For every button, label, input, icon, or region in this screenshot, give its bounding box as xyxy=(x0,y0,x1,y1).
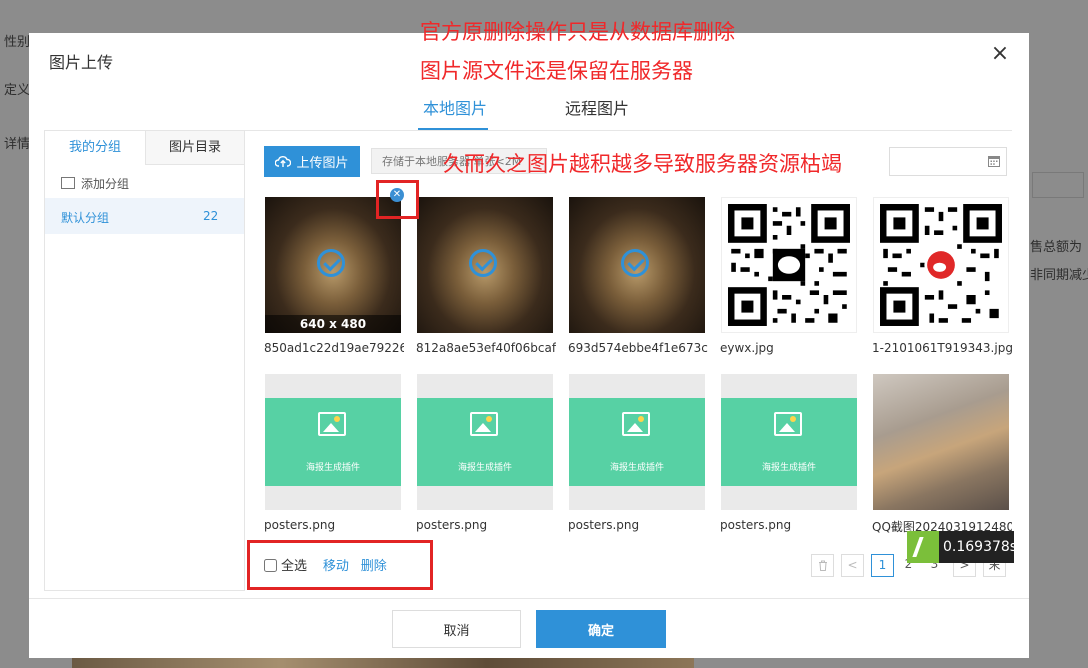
tab-local-images[interactable]: 本地图片 xyxy=(423,95,487,119)
annotation-line-2: 图片源文件还是保留在服务器 xyxy=(420,59,693,83)
pagination-page-1[interactable]: 1 xyxy=(871,554,894,577)
timer-value: 0.169378s xyxy=(943,539,1018,555)
annotation-line-1: 官方原删除操作只是从数据库删除 xyxy=(420,20,735,44)
sidebar-tab-my-groups[interactable]: 我的分组 xyxy=(45,130,145,165)
image-name: posters.png xyxy=(264,518,336,532)
timing-badge: 0.169378s xyxy=(907,531,1018,563)
annotation-box-remove xyxy=(376,180,419,219)
sidebar-item-default-group[interactable]: 默认分组 22 xyxy=(45,198,244,234)
group-name: 默认分组 xyxy=(61,211,110,225)
folder-plus-icon xyxy=(61,177,75,189)
image-placeholder-icon xyxy=(470,412,498,436)
image-name: 693d574ebbe4f1e673c8 xyxy=(568,341,708,355)
confirm-button[interactable]: 确定 xyxy=(536,610,666,648)
selected-check-icon xyxy=(317,249,345,277)
add-group-button[interactable]: 添加分组 xyxy=(61,175,129,192)
image-thumb[interactable] xyxy=(569,197,705,333)
poster-caption: 海报生成插件 xyxy=(609,463,664,473)
image-thumb[interactable]: 海报生成插件 xyxy=(569,374,705,510)
footer-divider xyxy=(29,598,1029,599)
calendar-icon xyxy=(988,156,1000,167)
image-thumb[interactable]: 海报生成插件 xyxy=(417,374,553,510)
date-filter-input[interactable] xyxy=(889,147,1007,176)
pagination-prev[interactable]: < xyxy=(841,554,864,577)
image-name: 812a8ae53ef40f06bcaf9 xyxy=(416,341,556,355)
group-count: 22 xyxy=(203,209,219,223)
trash-icon xyxy=(818,560,827,571)
pagination-trash[interactable] xyxy=(811,554,834,577)
selected-check-icon xyxy=(621,249,649,277)
poster-caption: 海报生成插件 xyxy=(761,463,816,473)
timer-logo-icon xyxy=(907,531,939,563)
tabs-divider xyxy=(244,130,1012,131)
image-name: 1-2101061T919343.jpg xyxy=(872,341,1012,355)
selected-check-icon xyxy=(469,249,497,277)
qr-code-wechat xyxy=(728,204,850,326)
image-thumb[interactable] xyxy=(417,197,553,333)
image-name: posters.png xyxy=(720,518,792,532)
poster-caption: 海报生成插件 xyxy=(457,463,512,473)
poster-caption: 海报生成插件 xyxy=(305,463,360,473)
image-placeholder-icon xyxy=(774,412,802,436)
upload-image-button[interactable]: 上传图片 xyxy=(264,146,360,177)
upload-label: 上传图片 xyxy=(296,155,349,170)
image-thumb[interactable]: 海报生成插件 xyxy=(265,374,401,510)
group-sidebar: 我的分组 图片目录 添加分组 默认分组 22 xyxy=(44,130,245,591)
image-name: posters.png xyxy=(416,518,488,532)
image-thumb[interactable] xyxy=(721,197,857,333)
image-name: 850ad1c22d19ae792261 xyxy=(264,341,404,355)
tab-remote-images[interactable]: 远程图片 xyxy=(565,95,629,119)
image-thumb[interactable]: 海报生成插件 xyxy=(721,374,857,510)
image-thumb[interactable] xyxy=(873,374,1009,510)
cancel-button[interactable]: 取消 xyxy=(392,610,521,648)
close-icon[interactable]: × xyxy=(989,43,1011,65)
image-name: posters.png xyxy=(568,518,640,532)
sidebar-tab-image-directory[interactable]: 图片目录 xyxy=(145,130,244,165)
qr-code-weibo xyxy=(880,204,1002,326)
annotation-line-3: 久而久之图片越积越多导致服务器资源枯竭 xyxy=(443,152,842,176)
cloud-upload-icon xyxy=(275,156,292,167)
image-thumb[interactable] xyxy=(873,197,1009,333)
modal-title: 图片上传 xyxy=(49,53,114,72)
annotation-box-actions xyxy=(247,540,433,590)
add-group-label: 添加分组 xyxy=(81,177,130,191)
image-dimensions: 640 x 480 xyxy=(265,315,401,333)
image-upload-modal: 图片上传 × 本地图片 远程图片 我的分组 图片目录 添加分组 默认分组 22 … xyxy=(29,33,1029,658)
image-name: eywx.jpg xyxy=(720,341,774,355)
image-placeholder-icon xyxy=(622,412,650,436)
image-placeholder-icon xyxy=(318,412,346,436)
